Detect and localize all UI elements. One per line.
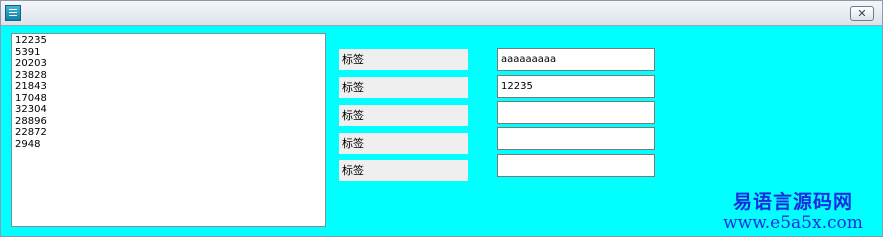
label-5: 标签 (339, 160, 468, 181)
list-item[interactable]: 17048 (15, 93, 322, 105)
text-field-4[interactable] (497, 127, 655, 150)
list-item[interactable]: 28896 (15, 116, 322, 128)
close-button[interactable]: ✕ (850, 6, 874, 21)
text-field-1[interactable] (497, 48, 655, 71)
app-icon (5, 5, 21, 21)
label-1: 标签 (339, 49, 468, 70)
list-item[interactable]: 12235 (15, 35, 322, 47)
number-listbox[interactable]: 12235 5391 20203 23828 21843 17048 32304… (11, 33, 326, 227)
list-item[interactable]: 20203 (15, 58, 322, 70)
text-field-2[interactable] (497, 75, 655, 98)
label-2: 标签 (339, 77, 468, 98)
watermark-url: www.e5a5x.com (723, 213, 863, 233)
title-bar[interactable]: ✕ (1, 1, 882, 26)
list-item[interactable]: 32304 (15, 104, 322, 116)
text-field-3[interactable] (497, 101, 655, 124)
list-item[interactable]: 21843 (15, 81, 322, 93)
app-window: ✕ 12235 5391 20203 23828 21843 17048 323… (0, 0, 883, 237)
label-3: 标签 (339, 105, 468, 126)
list-item[interactable]: 22872 (15, 127, 322, 139)
list-item[interactable]: 5391 (15, 47, 322, 59)
list-item[interactable]: 23828 (15, 70, 322, 82)
label-4: 标签 (339, 133, 468, 154)
watermark-title: 易语言源码网 (732, 191, 853, 213)
text-field-5[interactable] (497, 154, 655, 177)
list-item[interactable]: 2948 (15, 139, 322, 151)
